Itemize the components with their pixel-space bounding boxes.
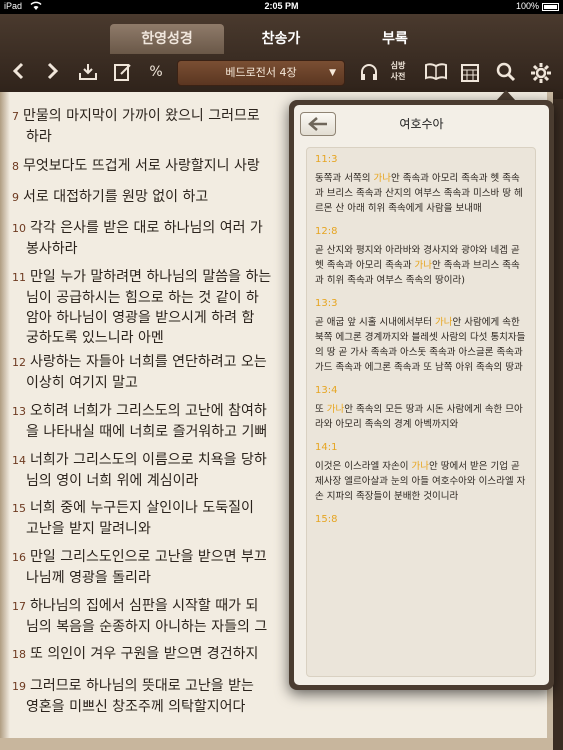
dropdown-arrow-icon: ▼ — [329, 68, 336, 78]
result-reference: 13:4 — [315, 385, 338, 396]
verse-9[interactable]: 9 서로 대접하기를 원망 없이 하고 — [12, 187, 208, 208]
result-reference: 11:3 — [315, 154, 338, 165]
battery-icon — [542, 3, 559, 11]
verse-7[interactable]: 7 만물의 마지막이 가까이 왔으니 그러므로 하라 — [12, 106, 260, 147]
verse-16[interactable]: 16 만일 그리스도인으로 고난을 받으면 부끄 나님께 영광을 돌리라 — [12, 547, 267, 588]
verse-11[interactable]: 11 만일 누가 말하려면 하나님의 말씀을 하는 님이 공급하시는 힘으로 하는 … — [12, 267, 271, 348]
visitation-dictionary-button[interactable]: 심방 사전 — [385, 60, 411, 86]
toolbar: % 베드로전서 4장 ▼ 심방 사전 — [0, 56, 563, 89]
headphones-icon — [361, 64, 377, 80]
app-header: 한영성경 찬송가 부록 % 베드로전서 4장 ▼ 심방 사전 — [0, 14, 563, 99]
settings-button[interactable] — [527, 58, 555, 86]
chevron-left-icon — [12, 62, 24, 80]
prev-chapter-button[interactable] — [4, 58, 32, 86]
list-item[interactable]: 12:8 곧 산지와 평지와 아라바와 경사지와 광야와 네겝 곧 헷 족속과 … — [307, 220, 535, 292]
audio-button[interactable] — [355, 58, 383, 86]
verse-18[interactable]: 18 또 의인이 겨우 구원을 받으면 경건하지 — [12, 644, 258, 665]
list-item[interactable]: 11:3 동쪽과 서쪽의 가나안 족속과 아모리 족속과 헷 족속과 브리스 족… — [307, 148, 535, 220]
download-icon — [79, 64, 97, 80]
result-reference: 12:8 — [315, 226, 338, 237]
verse-19[interactable]: 19 그러므로 하나님의 뜻대로 고난을 받는 영혼을 미쁘신 창조주께 의탁할지어… — [12, 676, 254, 717]
result-text: 곧 산지와 평지와 아라바와 경사지와 광야와 네겝 곧 헷 족속과 아모리 족… — [315, 245, 520, 286]
result-text: 곧 애굽 앞 시홀 시내에서부터 가나안 사람에게 속한 북쪽 에그론 경계까지… — [315, 317, 526, 373]
dict-label-top: 심방 — [390, 61, 406, 70]
search-results-popover: 여호수아 11:3 동쪽과 서쪽의 가나안 족속과 아모리 족속과 헷 족속과 … — [289, 100, 554, 690]
edit-note-icon — [114, 64, 131, 81]
calendar-button[interactable] — [456, 58, 484, 86]
dict-label-bottom: 사전 — [390, 72, 406, 81]
verse-10[interactable]: 10 각각 은사를 받은 대로 하나님의 여러 가 봉사하라 — [12, 218, 263, 259]
clock: 2:05 PM — [264, 1, 299, 11]
list-item[interactable]: 13:3 곧 애굽 앞 시홀 시내에서부터 가나안 사람에게 속한 북쪽 에그론… — [307, 292, 535, 379]
list-item[interactable]: 13:4 또 가나안 족속의 모든 땅과 시돈 사람에게 속한 므아라와 아모리… — [307, 379, 535, 436]
open-book-icon — [425, 63, 447, 80]
verse-12[interactable]: 12 사랑하는 자들아 너희를 연단하려고 오는 이상히 여기지 말고 — [12, 352, 267, 393]
verse-15[interactable]: 15 너희 중에 누구든지 살인이나 도둑질이 고난을 받지 말려니와 — [12, 498, 254, 539]
list-item[interactable]: 14:1 이것은 이스라엘 자손이 가나안 땅에서 받은 기업 곧 제사장 엘르… — [307, 436, 535, 508]
result-reference: 13:3 — [315, 298, 338, 309]
result-reference: 15:8 — [315, 514, 338, 525]
bookmark-book-button[interactable] — [422, 58, 450, 86]
chapter-select[interactable]: 베드로전서 4장 ▼ — [177, 60, 345, 86]
search-button[interactable] — [492, 58, 520, 86]
popover-title: 여호수아 — [399, 117, 444, 131]
verse-17[interactable]: 17 하나님의 집에서 심판을 시작할 때가 되 님의 복음을 순종하지 아니하는 … — [12, 596, 267, 637]
percent-icon[interactable]: % — [142, 58, 170, 86]
search-result-list[interactable]: 11:3 동쪽과 서쪽의 가나안 족속과 아모리 족속과 헷 족속과 브리스 족… — [306, 147, 536, 677]
result-reference: 14:1 — [315, 442, 338, 453]
result-text: 또 가나안 족속의 모든 땅과 시돈 사람에게 속한 므아라와 아모리 족속의 … — [315, 404, 523, 430]
calendar-icon — [461, 64, 479, 82]
result-text: 이것은 이스라엘 자손이 가나안 땅에서 받은 기업 곧 제사장 엘르아살과 눈… — [315, 461, 526, 502]
status-bar: iPad 2:05 PM 100% — [0, 0, 563, 14]
search-icon — [496, 62, 516, 82]
result-text: 동쪽과 서쪽의 가나안 족속과 아모리 족속과 헷 족속과 브리스 족속과 산지… — [315, 173, 523, 214]
page-footer — [0, 738, 553, 750]
battery-percent: 100% — [515, 1, 539, 11]
edit-note-button[interactable] — [109, 58, 137, 86]
list-item[interactable]: 15:8 — [307, 508, 535, 535]
gear-icon — [531, 63, 551, 83]
tab-appendix[interactable]: 부록 — [338, 24, 452, 54]
verse-13[interactable]: 13 오히려 너희가 그리스도의 고난에 참여하 을 나타내실 때에 너희로 즐거워… — [12, 401, 267, 442]
chapter-select-label: 베드로전서 4장 — [225, 66, 297, 79]
download-button[interactable] — [74, 58, 102, 86]
tab-hymns[interactable]: 찬송가 — [224, 24, 338, 54]
next-chapter-button[interactable] — [39, 58, 67, 86]
verse-8[interactable]: 8 무엇보다도 뜨겁게 서로 사랑할지니 사랑 — [12, 156, 260, 177]
popover-content: 여호수아 11:3 동쪽과 서쪽의 가나안 족속과 아모리 족속과 헷 족속과 … — [294, 105, 549, 685]
tab-korean-english-bible[interactable]: 한영성경 — [110, 24, 224, 54]
chevron-right-icon — [47, 62, 59, 80]
verse-14[interactable]: 14 너희가 그리스도의 이름으로 치욕을 당하 님의 영이 너희 위에 계심이라 — [12, 450, 267, 491]
